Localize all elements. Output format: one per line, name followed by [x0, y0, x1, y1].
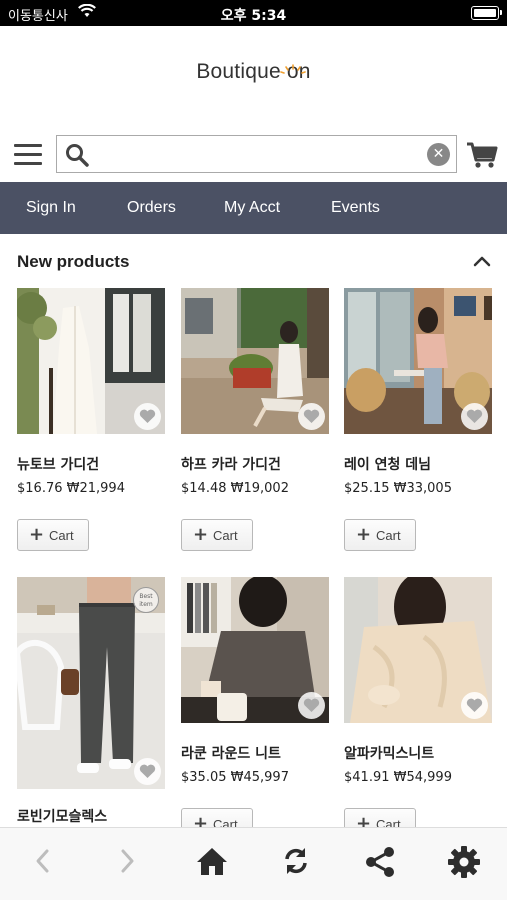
wishlist-heart-icon[interactable]: [134, 758, 161, 785]
plus-icon: +: [29, 524, 45, 545]
nav-my-account[interactable]: My Acct: [224, 199, 280, 217]
nav-events[interactable]: Events: [331, 199, 380, 217]
section-title: New products: [17, 252, 130, 271]
top-nav: Sign In Orders My Acct Events: [0, 182, 507, 234]
sun-icon: [280, 64, 306, 74]
add-to-cart-button[interactable]: + Cart: [344, 519, 416, 551]
product-price: $41.91 ₩54,999: [344, 770, 452, 785]
chevron-left-icon[interactable]: [32, 846, 54, 876]
chevron-up-icon[interactable]: [473, 254, 491, 268]
add-to-cart-button[interactable]: + Cart: [17, 519, 89, 551]
product-image[interactable]: [181, 288, 329, 434]
status-bar: 이동통신사 오후 5:34: [0, 0, 507, 26]
add-to-cart-button[interactable]: + Cart: [181, 519, 253, 551]
cart-button-label: Cart: [213, 528, 238, 543]
bottom-toolbar: [0, 827, 507, 900]
plus-icon: +: [356, 524, 372, 545]
best-item-badge: Best item: [133, 587, 159, 613]
wishlist-heart-icon[interactable]: [298, 692, 325, 719]
wishlist-heart-icon[interactable]: [461, 692, 488, 719]
product-price: $25.15 ₩33,005: [344, 481, 452, 496]
share-icon[interactable]: [364, 846, 396, 878]
brand-logo[interactable]: Boutique on: [0, 60, 507, 100]
wishlist-heart-icon[interactable]: [134, 403, 161, 430]
product-price: $16.76 ₩21,994: [17, 481, 125, 496]
clear-search-icon[interactable]: ✕: [427, 143, 450, 166]
gear-icon[interactable]: [448, 846, 480, 878]
product-name[interactable]: 레이 연청 데님: [344, 454, 431, 474]
product-name[interactable]: 하프 카라 가디건: [181, 454, 281, 474]
product-price: $14.48 ₩19,002: [181, 481, 289, 496]
wishlist-heart-icon[interactable]: [298, 403, 325, 430]
badge-label: Best item: [139, 593, 153, 608]
search-input[interactable]: [97, 140, 417, 168]
nav-sign-in[interactable]: Sign In: [26, 199, 76, 217]
product-image[interactable]: [181, 577, 329, 723]
product-name[interactable]: 알파카믹스니트: [344, 743, 434, 763]
refresh-icon[interactable]: [281, 846, 311, 876]
nav-orders[interactable]: Orders: [127, 199, 176, 217]
hamburger-menu-icon[interactable]: [14, 144, 42, 166]
product-name[interactable]: 라쿤 라운드 니트: [181, 743, 281, 763]
product-name[interactable]: 로빈기모슬렉스: [17, 806, 107, 826]
chevron-right-icon[interactable]: [116, 846, 138, 876]
product-image[interactable]: [344, 288, 492, 434]
product-name[interactable]: 뉴토브 가디건: [17, 454, 99, 474]
clock: 오후 5:34: [220, 8, 287, 24]
cart-button-label: Cart: [49, 528, 74, 543]
home-icon[interactable]: [196, 846, 228, 876]
product-image[interactable]: Best item: [17, 577, 165, 789]
battery-icon: [471, 6, 502, 20]
wishlist-heart-icon[interactable]: [461, 403, 488, 430]
cart-icon[interactable]: [466, 141, 498, 169]
cart-button-label: Cart: [376, 528, 401, 543]
search-row: ✕: [0, 134, 507, 174]
product-price: $35.05 ₩45,997: [181, 770, 289, 785]
search-icon: [66, 144, 89, 167]
product-image[interactable]: [17, 288, 165, 434]
plus-icon: +: [193, 524, 209, 545]
search-box[interactable]: ✕: [56, 135, 457, 173]
product-image[interactable]: [344, 577, 492, 723]
